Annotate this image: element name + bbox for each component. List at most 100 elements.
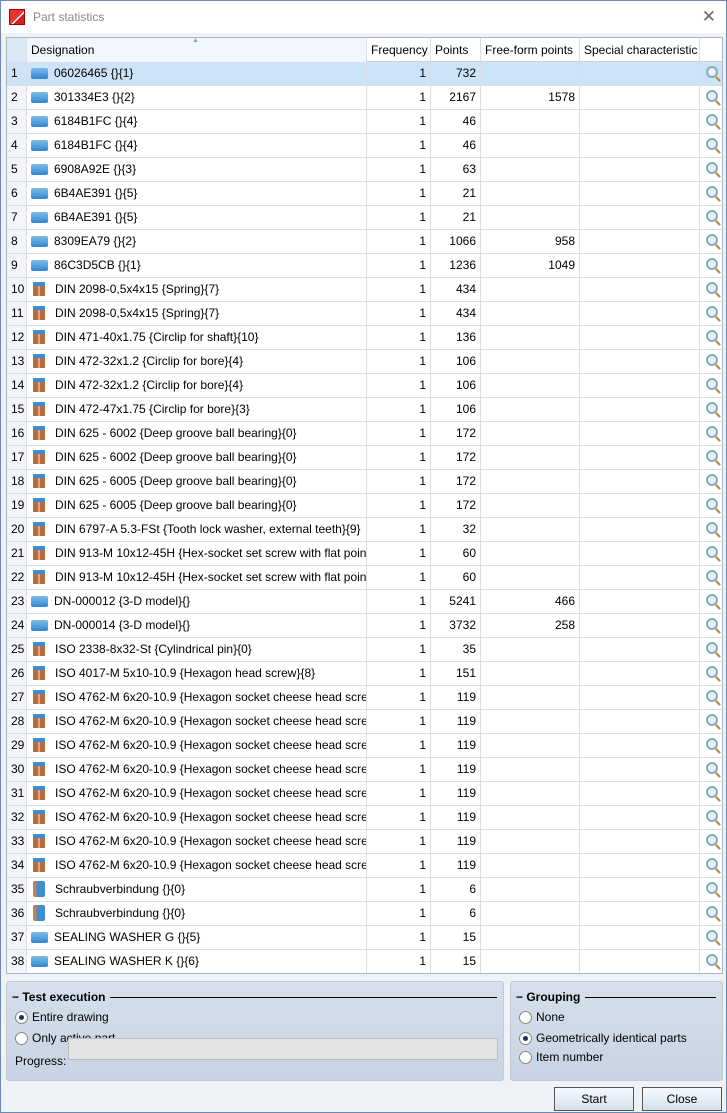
table-row[interactable]: 13 DIN 472-32x1.2 {Circlip for bore}{4} 1 1… [7,350,722,374]
table-row[interactable]: 32 ISO 4762-M 6x20-10.9 {Hexagon socket c… [7,806,722,830]
column-free-form-points[interactable]: Free-form points [481,38,580,62]
magnifier-icon[interactable] [706,258,718,270]
zoom-to-part-button[interactable] [700,590,722,613]
zoom-to-part-button[interactable] [700,782,722,805]
table-row[interactable]: 35 Schraubverbindung {}{0} 1 6 [7,878,722,902]
zoom-to-part-button[interactable] [700,734,722,757]
zoom-to-part-button[interactable] [700,230,722,253]
magnifier-icon[interactable] [706,714,718,726]
zoom-to-part-button[interactable] [700,398,722,421]
radio-item-number[interactable]: Item number [519,1050,603,1064]
magnifier-icon[interactable] [706,330,718,342]
table-row[interactable]: 18 DIN 625 - 6005 {Deep groove ball beari… [7,470,722,494]
zoom-to-part-button[interactable] [700,326,722,349]
table-row[interactable]: 16 DIN 625 - 6002 {Deep groove ball beari… [7,422,722,446]
column-special-characteristic[interactable]: Special characteristic [580,38,700,62]
zoom-to-part-button[interactable] [700,806,722,829]
magnifier-icon[interactable] [706,954,718,966]
magnifier-icon[interactable] [706,570,718,582]
zoom-to-part-button[interactable] [700,854,722,877]
magnifier-icon[interactable] [706,906,718,918]
magnifier-icon[interactable] [706,402,718,414]
table-row[interactable]: 28 ISO 4762-M 6x20-10.9 {Hexagon socket c… [7,710,722,734]
radio-none[interactable]: None [519,1010,565,1024]
zoom-to-part-button[interactable] [700,206,722,229]
magnifier-icon[interactable] [706,762,718,774]
magnifier-icon[interactable] [706,522,718,534]
zoom-to-part-button[interactable] [700,494,722,517]
table-row[interactable]: 27 ISO 4762-M 6x20-10.9 {Hexagon socket c… [7,686,722,710]
zoom-to-part-button[interactable] [700,902,722,925]
table-row[interactable]: 24 DN-000014 {3-D model}{} 1 3732 258 [7,614,722,638]
magnifier-icon[interactable] [706,546,718,558]
zoom-to-part-button[interactable] [700,566,722,589]
close-window-icon[interactable]: ✕ [702,7,716,27]
table-row[interactable]: 29 ISO 4762-M 6x20-10.9 {Hexagon socket c… [7,734,722,758]
zoom-to-part-button[interactable] [700,878,722,901]
table-row[interactable]: 10 DIN 2098-0,5x4x15 {Spring}{7} 1 434 [7,278,722,302]
table-row[interactable]: 20 DIN 6797-A 5.3-FSt {Tooth lock washer,… [7,518,722,542]
table-row[interactable]: 1 06026465 {}{1} 1 732 [7,62,722,86]
zoom-to-part-button[interactable] [700,374,722,397]
zoom-to-part-button[interactable] [700,710,722,733]
zoom-to-part-button[interactable] [700,110,722,133]
magnifier-icon[interactable] [706,642,718,654]
table-row[interactable]: 19 DIN 625 - 6005 {Deep groove ball beari… [7,494,722,518]
table-row[interactable]: 22 DIN 913-M 10x12-45H {Hex-socket set sc… [7,566,722,590]
zoom-to-part-button[interactable] [700,830,722,853]
magnifier-icon[interactable] [706,738,718,750]
zoom-to-part-button[interactable] [700,62,722,85]
magnifier-icon[interactable] [706,474,718,486]
start-button[interactable]: Start [554,1087,634,1111]
magnifier-icon[interactable] [706,834,718,846]
table-row[interactable]: 33 ISO 4762-M 6x20-10.9 {Hexagon socket c… [7,830,722,854]
radio-geometrically-identical[interactable]: Geometrically identical parts [519,1031,687,1045]
zoom-to-part-button[interactable] [700,614,722,637]
table-row[interactable]: 4 6184B1FC {}{4} 1 46 [7,134,722,158]
zoom-to-part-button[interactable] [700,350,722,373]
table-row[interactable]: 12 DIN 471-40x1.75 {Circlip for shaft}{10… [7,326,722,350]
table-row[interactable]: 26 ISO 4017-M 5x10-10.9 {Hexagon head scr… [7,662,722,686]
magnifier-icon[interactable] [706,138,718,150]
magnifier-icon[interactable] [706,594,718,606]
table-row[interactable]: 8 8309EA79 {}{2} 1 1066 958 [7,230,722,254]
magnifier-icon[interactable] [706,450,718,462]
zoom-to-part-button[interactable] [700,254,722,277]
magnifier-icon[interactable] [706,882,718,894]
zoom-to-part-button[interactable] [700,758,722,781]
table-row[interactable]: 34 ISO 4762-M 6x20-10.9 {Hexagon socket c… [7,854,722,878]
magnifier-icon[interactable] [706,690,718,702]
magnifier-icon[interactable] [706,666,718,678]
zoom-to-part-button[interactable] [700,950,722,973]
magnifier-icon[interactable] [706,282,718,294]
table-row[interactable]: 5 6908A92E {}{3} 1 63 [7,158,722,182]
table-row[interactable]: 2 301334E3 {}{2} 1 2167 1578 [7,86,722,110]
table-row[interactable]: 17 DIN 625 - 6002 {Deep groove ball beari… [7,446,722,470]
table-row[interactable]: 31 ISO 4762-M 6x20-10.9 {Hexagon socket c… [7,782,722,806]
zoom-to-part-button[interactable] [700,182,722,205]
magnifier-icon[interactable] [706,90,718,102]
magnifier-icon[interactable] [706,930,718,942]
table-row[interactable]: 25 ISO 2338-8x32-St {Cylindrical pin}{0} 1… [7,638,722,662]
radio-button[interactable] [519,1031,532,1045]
radio-button[interactable] [15,1031,28,1045]
magnifier-icon[interactable] [706,378,718,390]
table-row[interactable]: 21 DIN 913-M 10x12-45H {Hex-socket set sc… [7,542,722,566]
table-row[interactable]: 3 6184B1FC {}{4} 1 46 [7,110,722,134]
table-row[interactable]: 9 86C3D5CB {}{1} 1 1236 1049 [7,254,722,278]
zoom-to-part-button[interactable] [700,518,722,541]
column-points[interactable]: Points [431,38,481,62]
magnifier-icon[interactable] [706,810,718,822]
radio-button[interactable] [519,1010,532,1024]
zoom-to-part-button[interactable] [700,926,722,949]
table-row[interactable]: 14 DIN 472-32x1.2 {Circlip for bore}{4} 1 1… [7,374,722,398]
table-row[interactable]: 38 SEALING WASHER K {}{6} 1 15 [7,950,722,973]
magnifier-icon[interactable] [706,786,718,798]
zoom-to-part-button[interactable] [700,278,722,301]
magnifier-icon[interactable] [706,234,718,246]
zoom-to-part-button[interactable] [700,662,722,685]
magnifier-icon[interactable] [706,162,718,174]
table-row[interactable]: 30 ISO 4762-M 6x20-10.9 {Hexagon socket c… [7,758,722,782]
magnifier-icon[interactable] [706,618,718,630]
magnifier-icon[interactable] [706,426,718,438]
